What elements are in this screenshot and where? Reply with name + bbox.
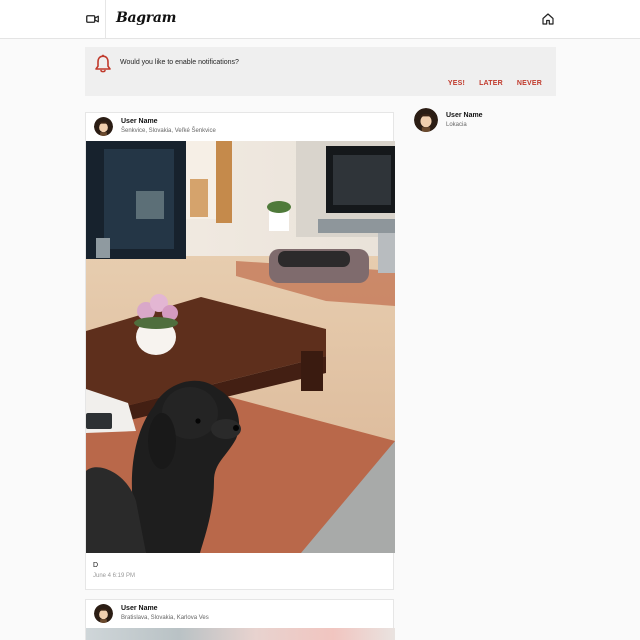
- notification-later-button[interactable]: LATER: [479, 80, 503, 87]
- post-header: User Name Bratislava, Slovakia, Karlova …: [86, 600, 393, 628]
- top-navigation-bar: Bagram: [0, 0, 640, 39]
- avatar[interactable]: [414, 108, 438, 132]
- post-username[interactable]: User Name: [121, 605, 158, 612]
- post-header: User Name Šenkvice, Slovakia, Veľké Šenk…: [86, 113, 393, 141]
- post-username[interactable]: User Name: [121, 118, 158, 125]
- notification-yes-button[interactable]: YES!: [448, 80, 465, 87]
- sidebar-profile[interactable]: User Name Lokacia: [414, 107, 554, 133]
- app-logo[interactable]: Bagram: [116, 10, 176, 26]
- camera-button[interactable]: [84, 11, 100, 27]
- home-button[interactable]: [540, 11, 556, 27]
- post-card: User Name Bratislava, Slovakia, Karlova …: [85, 599, 395, 640]
- notification-prompt: Would you like to enable notifications? …: [85, 47, 556, 96]
- topbar-divider: [105, 0, 106, 38]
- post-card: User Name Šenkvice, Slovakia, Veľké Šenk…: [85, 112, 395, 590]
- notification-actions: YES! LATER NEVER: [448, 80, 542, 87]
- home-icon: [542, 13, 554, 25]
- avatar[interactable]: [94, 117, 113, 136]
- post-photo[interactable]: [86, 141, 395, 553]
- post-location[interactable]: Bratislava, Slovakia, Karlova Ves: [121, 615, 209, 621]
- post-image: [86, 141, 395, 553]
- notification-message: Would you like to enable notifications?: [120, 59, 239, 66]
- post-timestamp: June 4 6:19 PM: [93, 573, 136, 579]
- user-avatar-icon: [94, 604, 113, 623]
- bell-icon: [95, 54, 111, 73]
- sidebar-username[interactable]: User Name: [446, 112, 483, 119]
- post-photo[interactable]: [86, 628, 395, 640]
- post-caption: D: [93, 562, 99, 569]
- avatar[interactable]: [94, 604, 113, 623]
- user-avatar-icon: [94, 117, 113, 136]
- user-avatar-icon: [414, 108, 438, 132]
- sidebar-location: Lokacia: [446, 122, 467, 128]
- video-camera-icon: [85, 15, 99, 23]
- post-location[interactable]: Šenkvice, Slovakia, Veľké Šenkvice: [121, 128, 216, 134]
- notification-never-button[interactable]: NEVER: [517, 80, 542, 87]
